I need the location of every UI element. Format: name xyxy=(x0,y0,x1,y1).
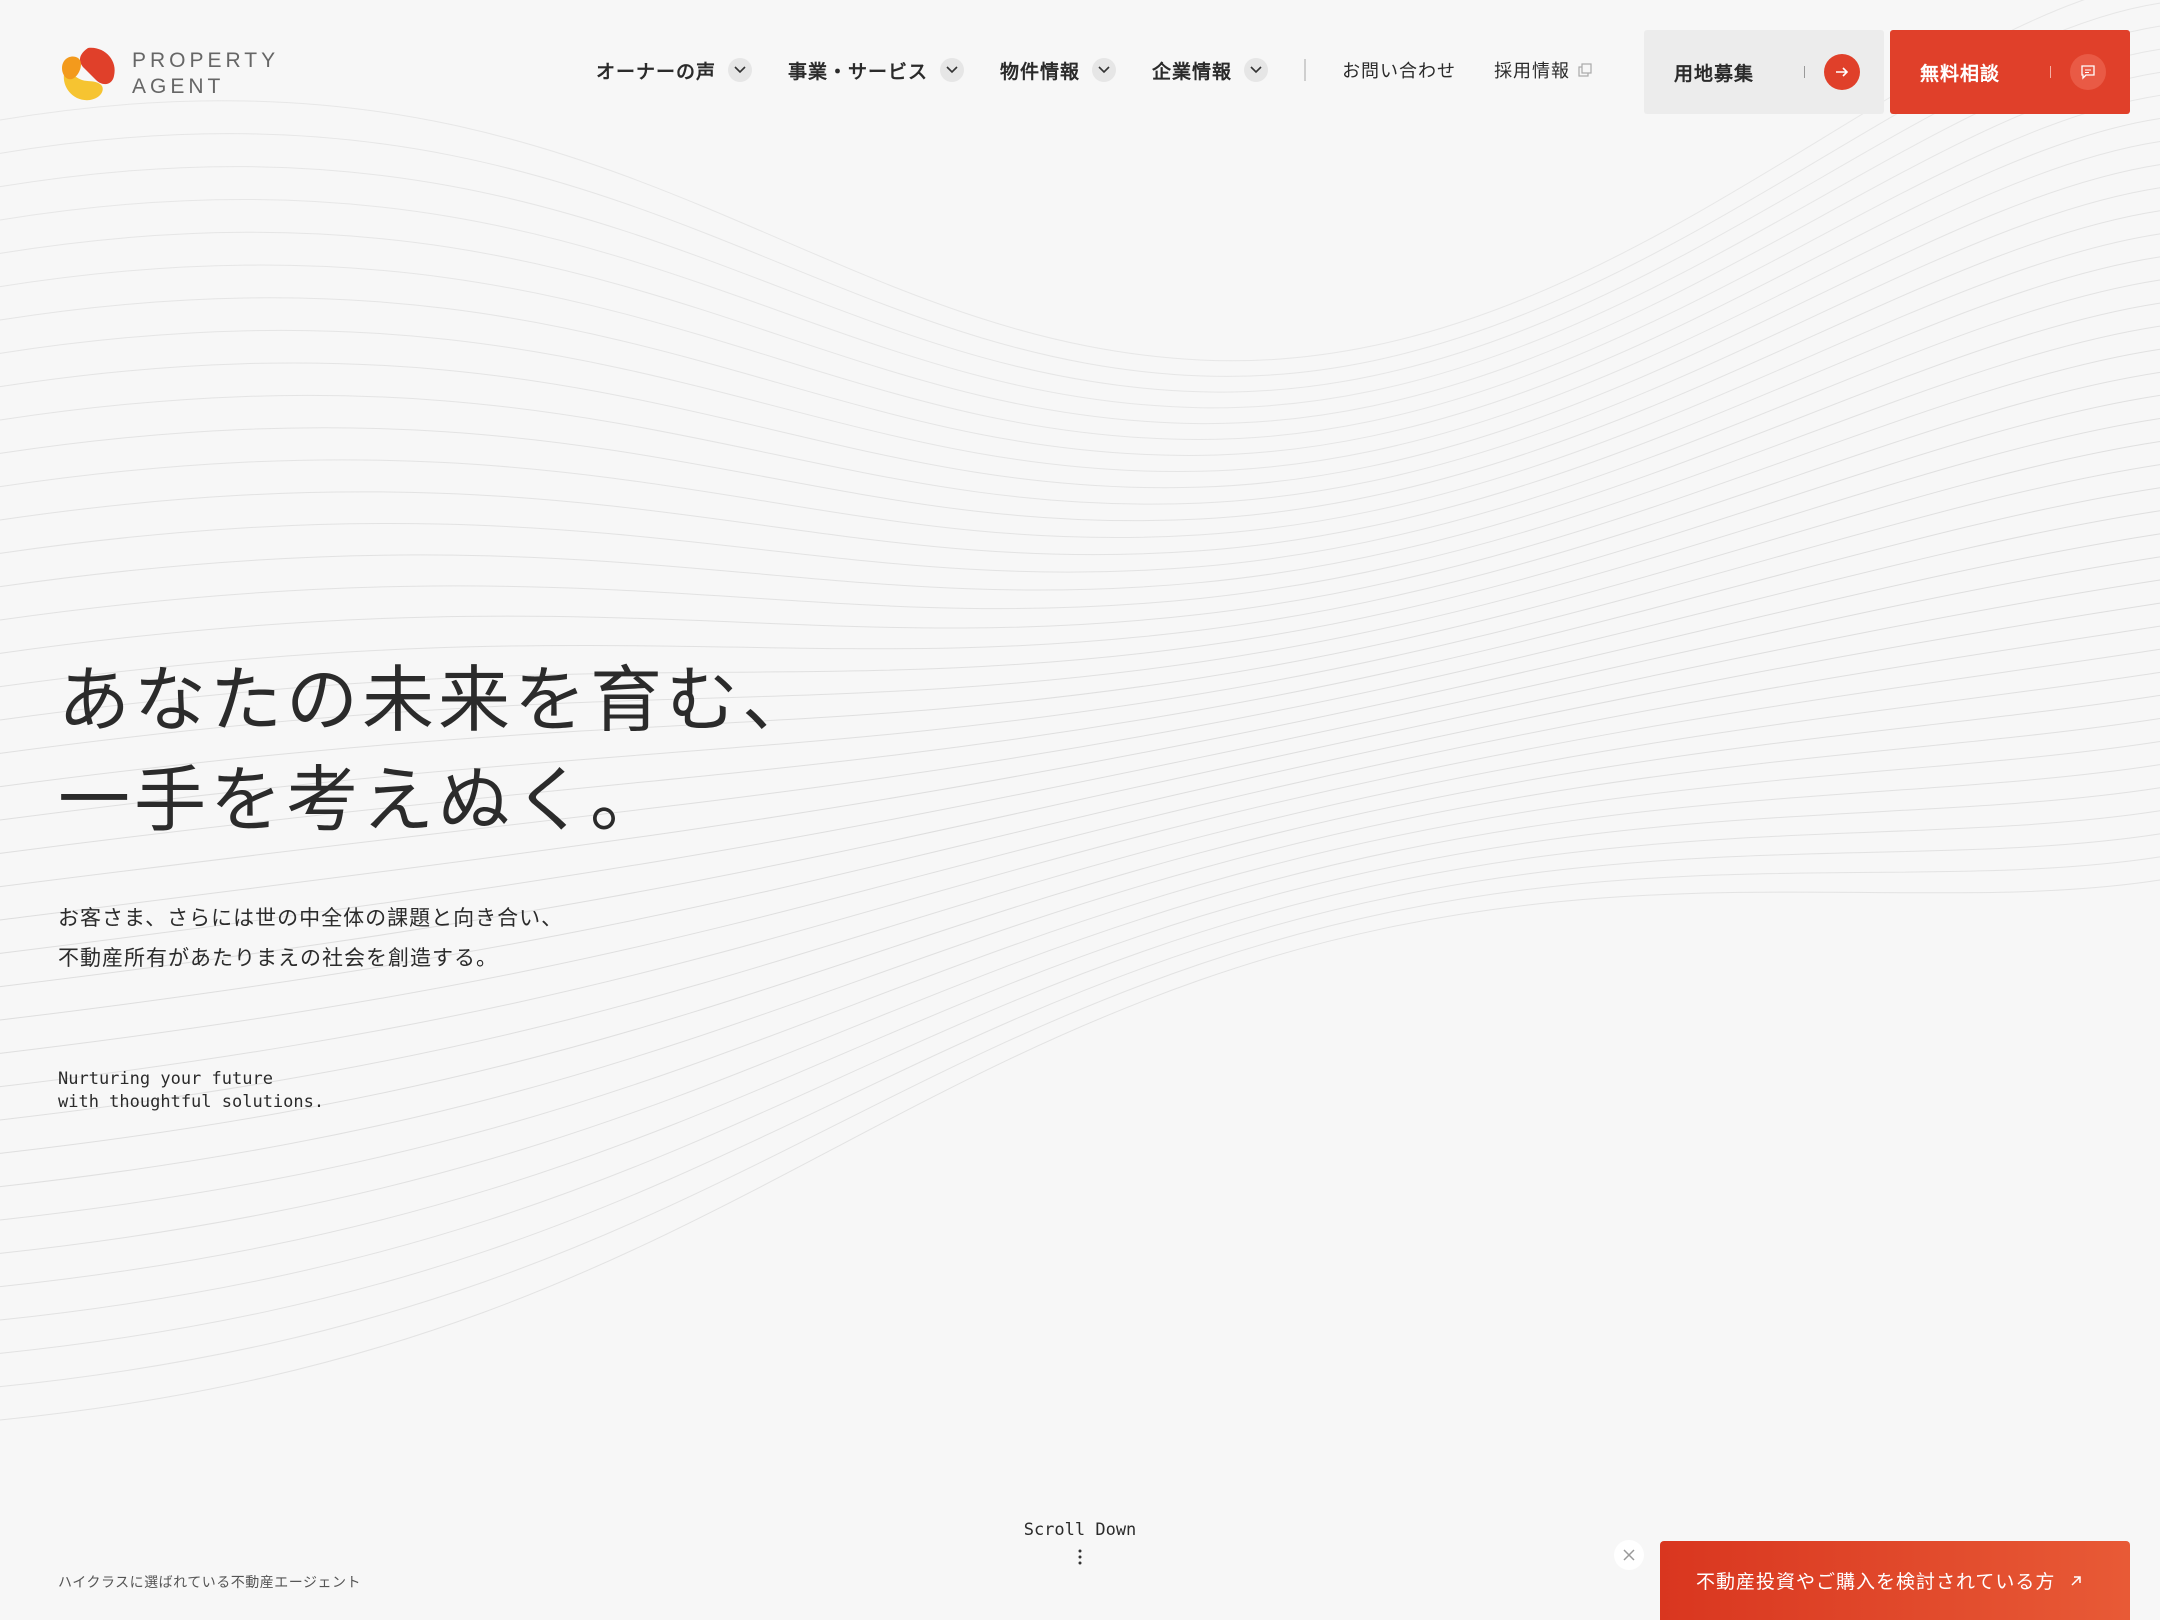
nav-item-properties[interactable]: 物件情報 xyxy=(1000,57,1117,84)
hero-title-line-1: あなたの未来を育む、 xyxy=(58,658,819,742)
wave-line xyxy=(0,141,2160,472)
wave-line xyxy=(0,164,2160,489)
land-recruit-button[interactable]: 用地募集 xyxy=(1644,30,1884,114)
nav-item-services[interactable]: 事業・サービス xyxy=(788,57,965,84)
close-icon xyxy=(1623,1549,1635,1561)
hero-english-line-1: Nurturing your future xyxy=(58,1069,273,1089)
button-divider xyxy=(2050,66,2051,78)
arrow-up-right-icon xyxy=(2071,1575,2082,1586)
nav-item-company[interactable]: 企業情報 xyxy=(1152,57,1269,84)
arrow-right-icon xyxy=(1824,54,1860,90)
scroll-down-label: Scroll Down xyxy=(1023,1520,1137,1540)
promo-close-button[interactable] xyxy=(1614,1540,1644,1570)
investment-promo-banner[interactable]: 不動産投資やご購入を検討されている方 xyxy=(1660,1541,2130,1620)
logo-line-property: PROPERTY xyxy=(132,49,280,72)
promo-label: 不動産投資やご購入を検討されている方 xyxy=(1696,1571,2056,1593)
nav-item-label: 物件情報 xyxy=(1000,60,1081,83)
hero-title-line-2: 一手を考えぬく。 xyxy=(58,758,667,842)
wave-line xyxy=(0,256,2160,556)
nav-link-contact[interactable]: お問い合わせ xyxy=(1342,57,1456,83)
hero-subtitle-line-1: お客さま、さらには世の中全体の課題と向き合い、 xyxy=(58,906,564,930)
land-recruit-label: 用地募集 xyxy=(1674,62,1755,85)
external-link-icon xyxy=(1578,63,1592,77)
wave-line xyxy=(0,279,2160,573)
chevron-down-icon xyxy=(1244,58,1269,82)
free-consult-button[interactable]: 無料相談 xyxy=(1890,30,2130,114)
nav-item-owner-voice[interactable]: オーナーの声 xyxy=(596,57,753,84)
hero-title: あなたの未来を育む、 一手を考えぬく。 xyxy=(58,650,818,850)
hero-english-line-2: with thoughtful solutions. xyxy=(58,1092,325,1112)
hero-subtitle-line-2: 不動産所有があたりまえの社会を創造する。 xyxy=(58,946,498,970)
wave-line xyxy=(0,371,2160,688)
wave-line xyxy=(0,325,2160,621)
logo-text: PROPERTY AGENT xyxy=(132,48,279,100)
logo[interactable]: PROPERTY AGENT xyxy=(58,42,298,106)
wave-line xyxy=(0,787,2160,1288)
nav-item-label: 企業情報 xyxy=(1152,60,1233,83)
scroll-dots-icon xyxy=(1078,1549,1082,1565)
nav-item-label: 事業・サービス xyxy=(788,60,929,83)
hero-english-tagline: Nurturing your future with thoughtful so… xyxy=(58,1068,324,1114)
scroll-down-indicator[interactable]: Scroll Down xyxy=(1020,1520,1140,1566)
chevron-down-icon xyxy=(728,58,753,82)
chat-icon xyxy=(2070,54,2106,90)
chevron-down-icon xyxy=(1092,58,1117,82)
button-divider xyxy=(1804,66,1805,78)
wave-line xyxy=(0,187,2160,505)
footer-tagline: ハイクラスに選ばれている不動産エージェント xyxy=(58,1575,361,1591)
site-header: PROPERTY AGENT オーナーの声 事業・サービス 物件情報 企業情報 xyxy=(0,0,2160,150)
hero-subtitle: お客さま、さらには世の中全体の課題と向き合い、 不動産所有があたりまえの社会を創… xyxy=(58,898,563,978)
nav-divider xyxy=(1304,59,1307,81)
wave-line xyxy=(0,302,2160,591)
main-nav: オーナーの声 事業・サービス 物件情報 企業情報 お問い合わせ 採用情報 xyxy=(596,50,1630,90)
nav-item-label: オーナーの声 xyxy=(596,60,717,83)
nav-link-recruit[interactable]: 採用情報 xyxy=(1494,57,1592,83)
chevron-down-icon xyxy=(940,58,965,82)
logo-mark-icon xyxy=(62,47,115,101)
free-consult-label: 無料相談 xyxy=(1920,62,2001,85)
wave-line xyxy=(0,210,2160,522)
nav-link-label: 採用情報 xyxy=(1494,61,1571,82)
logo-line-agent: AGENT xyxy=(132,75,225,98)
